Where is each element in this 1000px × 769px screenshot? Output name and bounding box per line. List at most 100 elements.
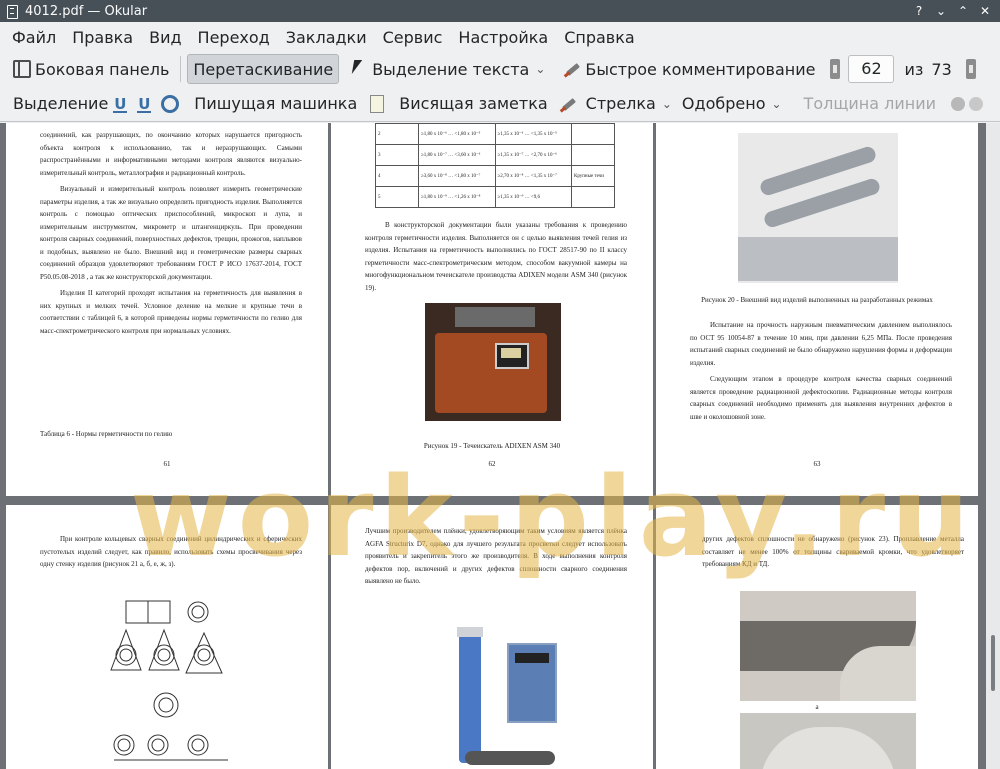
table-cell: ≥1,35 x 10⁻⁷ … <2,70 x 10⁻⁶ [494, 144, 572, 166]
paragraph: При контроле кольцевых сварных соединени… [40, 535, 302, 568]
table-row: 3 ≥1,80 x 10⁻⁷ … <3,60 x 10⁻⁶ ≥1,35 x 10… [374, 144, 616, 166]
sticky-note-icon [370, 94, 385, 113]
table-caption: Таблица 6 - Нормы герметичности по гелию [40, 430, 173, 438]
menu-bookmarks[interactable]: Закладки [278, 24, 375, 51]
next-page-icon[interactable] [965, 59, 976, 79]
page-number-input[interactable]: 62 [848, 55, 895, 83]
maximize-window-icon[interactable]: ⌃ [952, 0, 974, 22]
table-cell: 5 [374, 186, 420, 208]
document-viewport[interactable]: соединений, как разрушающих, по окончани… [0, 123, 986, 769]
page-62: 2 ≥1,80 x 10⁻⁶ … <1,80 x 10⁻⁵ ≥1,35 x 10… [331, 123, 653, 496]
page-66: других дефектов сплошности не обнаружено… [656, 505, 978, 769]
arrow-tool-icon [559, 95, 577, 113]
table-cell: ≥1,35 x 10⁻⁶ … <1,35 x 10⁻⁵ [494, 123, 572, 145]
highlight-tool-label: Выделение [13, 94, 109, 113]
help-window-icon[interactable]: ? [908, 0, 930, 22]
menu-bar: Файл Правка Вид Переход Закладки Сервис … [0, 22, 1000, 52]
table-cell: ≥2,70 x 10⁻⁸ … <1,35 x 10⁻⁷ [494, 165, 572, 187]
page-number: 63 [813, 460, 821, 468]
line-width-label: Толщина линии [803, 94, 937, 113]
table-row: 4 ≥3,60 x 10⁻⁸ … <1,80 x 10⁻⁷ ≥2,70 x 10… [374, 165, 616, 187]
table-cell: ≥3,60 x 10⁻⁸ … <1,80 x 10⁻⁷ [418, 165, 496, 187]
table-cell [570, 186, 616, 208]
sticky-note-tool-label: Висящая заметка [399, 94, 548, 113]
table-cell: 4 [374, 165, 420, 187]
menu-go[interactable]: Переход [190, 24, 278, 51]
menu-help[interactable]: Справка [556, 24, 643, 51]
stamp-approved-button[interactable]: Одобрено ⌄ [677, 89, 787, 119]
stamp-approved-label: Одобрено [681, 94, 766, 113]
opacity-icon[interactable] [969, 96, 984, 111]
macrosection-photo-b [740, 713, 916, 769]
leak-detector-photo [425, 303, 561, 421]
arrow-tool-button[interactable]: Стрелка ⌄ [581, 89, 677, 119]
menu-view[interactable]: Вид [141, 24, 189, 51]
chevron-down-icon[interactable]: ⌄ [771, 97, 781, 111]
typewriter-tool-label: Пишущая машинка [194, 94, 358, 113]
toolbar-separator [180, 56, 182, 82]
text-selection-button[interactable]: Выделение текста ⌄ [345, 54, 550, 84]
previous-page-icon[interactable] [830, 59, 841, 79]
sidebar-toggle-button[interactable]: Боковая панель [8, 54, 174, 84]
line-width-control[interactable]: Толщина линии [799, 89, 942, 119]
menu-tools[interactable]: Сервис [375, 24, 451, 51]
table-cell: 3 [374, 144, 420, 166]
table-cell: ≥1,80 x 10⁻⁷ … <3,60 x 10⁻⁶ [418, 144, 496, 166]
macrosection-photo-a [740, 591, 916, 701]
paragraph: Изделия II категорий проходят испытания … [40, 289, 302, 335]
stamp-icon[interactable] [161, 94, 180, 113]
figure-label: а [815, 703, 819, 711]
sidebar-toggle-label: Боковая панель [35, 59, 170, 79]
menu-settings[interactable]: Настройка [450, 24, 556, 51]
drag-mode-button[interactable]: Перетаскивание [187, 54, 340, 84]
minimize-window-icon[interactable]: ⌄ [930, 0, 952, 22]
scrollbar-thumb[interactable] [991, 635, 995, 691]
table-cell: 2 [374, 123, 420, 145]
sticky-note-tool-button[interactable]: Висящая заметка [394, 89, 552, 119]
figure-caption: Рисунок 19 - Течеискатель ADIXEN ASM 340 [423, 442, 561, 450]
drag-mode-label: Перетаскивание [193, 59, 334, 79]
annotation-toolbar: Выделение U U Пишущая машинка Висящая за… [0, 86, 1000, 122]
chevron-down-icon[interactable]: ⌄ [662, 97, 672, 111]
window-titlebar: 4012.pdf — Okular ? ⌄ ⌃ ✕ [0, 0, 1000, 22]
table-cell: ≥1,80 x 10⁻⁶ … <1,80 x 10⁻⁵ [418, 123, 496, 145]
paragraph: Визуальный и измерительный контроль позв… [40, 185, 302, 281]
okular-app-icon [5, 4, 19, 19]
radiography-scheme-diagram [110, 600, 228, 761]
sidebar-icon [13, 60, 31, 78]
chevron-down-icon[interactable]: ⌄ [535, 62, 545, 76]
figure-caption: Рисунок 20 - Внешний вид изделий выполне… [701, 296, 933, 304]
table-cell [570, 123, 616, 145]
quick-comment-button[interactable]: Быстрое комментирование [558, 54, 820, 84]
cursor-icon [350, 60, 368, 78]
menu-edit[interactable]: Правка [64, 24, 141, 51]
paragraph: Лучшим производителем плёнки, удовлетвор… [365, 527, 627, 585]
paragraph: В конструкторской документации были указ… [365, 221, 627, 292]
close-window-icon[interactable]: ✕ [974, 0, 996, 22]
table-cell: Крупные течи [570, 165, 616, 187]
paragraph: других дефектов сплошности не обнаружено… [702, 535, 964, 568]
table-row: 5 ≥1,80 x 10⁻⁹ … <1,26 x 10⁻⁸ ≥1,35 x 10… [374, 186, 616, 208]
highlight-tool-button[interactable]: Выделение [8, 89, 113, 119]
vertical-scrollbar[interactable] [986, 123, 1000, 769]
page-of-label: из [904, 59, 924, 79]
xray-equipment-photo [445, 623, 565, 769]
welded-parts-photo [738, 133, 898, 283]
helium-leak-table: 2 ≥1,80 x 10⁻⁶ … <1,80 x 10⁻⁵ ≥1,35 x 10… [374, 123, 616, 208]
table-row: 2 ≥1,80 x 10⁻⁶ … <1,80 x 10⁻⁵ ≥1,35 x 10… [374, 123, 616, 145]
underline-icon[interactable]: U [113, 95, 128, 113]
paragraph: соединений, как разрушающих, по окончани… [40, 131, 302, 177]
page-63: Рисунок 20 - Внешний вид изделий выполне… [656, 123, 978, 496]
page-65: Лучшим производителем плёнки, удовлетвор… [331, 505, 653, 769]
table-cell: ≥1,80 x 10⁻⁹ … <1,26 x 10⁻⁸ [418, 186, 496, 208]
page-64: При контроле кольцевых сварных соединени… [6, 505, 328, 769]
paragraph: Испытание на прочность наружным пневмати… [690, 321, 952, 367]
color-picker-icon[interactable] [951, 96, 966, 111]
main-toolbar: Боковая панель Перетаскивание Выделение … [0, 52, 1000, 86]
menu-file[interactable]: Файл [4, 24, 64, 51]
typewriter-tool-button[interactable]: Пишущая машинка [189, 89, 362, 119]
table-cell: ≥1,35 x 10⁻⁹ … <9,6 [494, 186, 572, 208]
quick-comment-label: Быстрое комментирование [585, 59, 816, 79]
squiggly-underline-icon[interactable]: U [137, 95, 152, 113]
page-61: соединений, как разрушающих, по окончани… [6, 123, 328, 496]
